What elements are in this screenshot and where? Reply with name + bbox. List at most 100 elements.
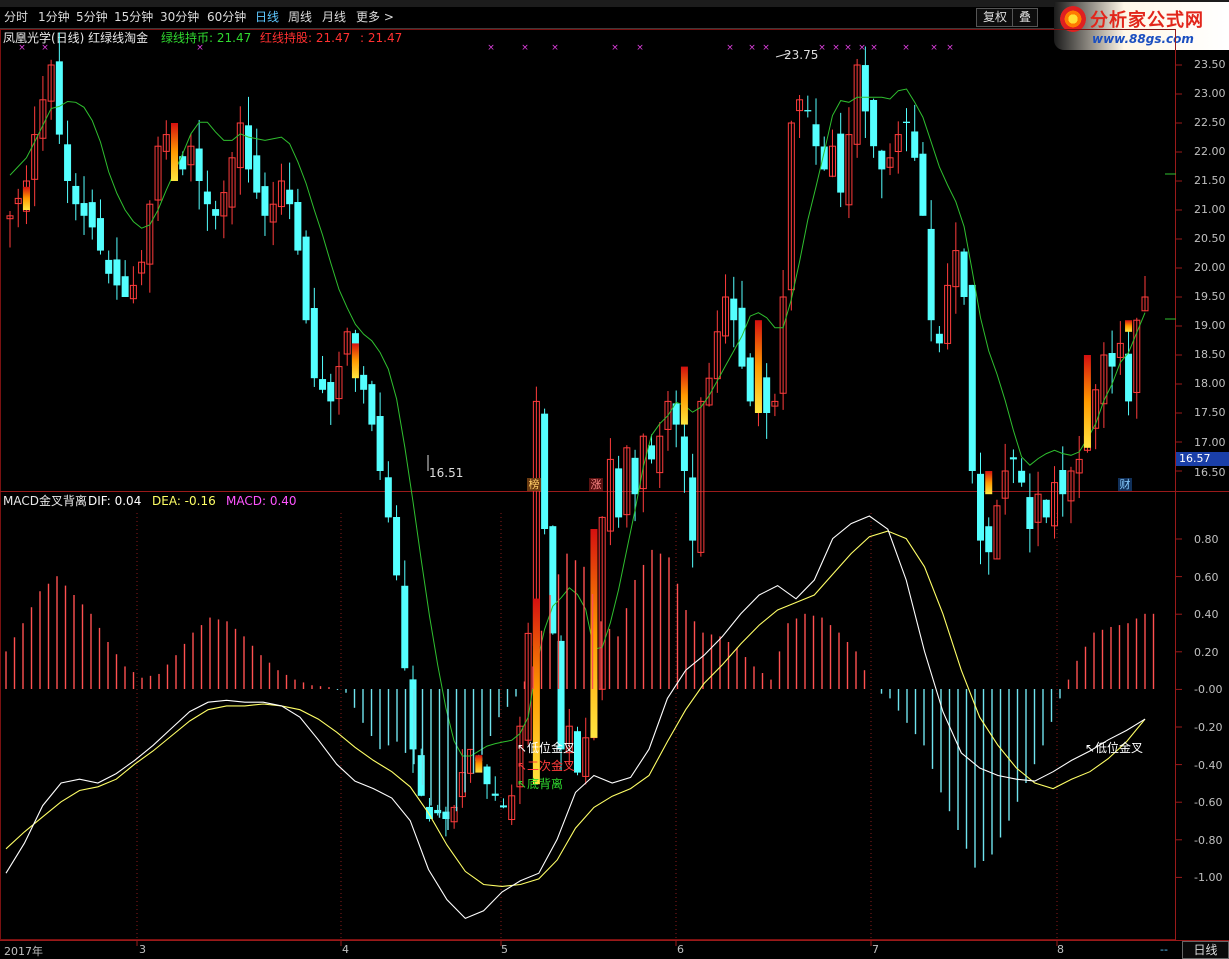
low-price-label: 16.51 xyxy=(429,466,464,480)
signal-bar xyxy=(475,755,483,773)
signal-marker: × xyxy=(832,43,840,53)
macd-tick: -0.60 xyxy=(1194,796,1223,809)
candle-body xyxy=(64,144,72,181)
candle-body xyxy=(327,382,335,402)
signal-bar xyxy=(351,343,359,379)
macd-tick: -0.00 xyxy=(1194,683,1223,696)
candle-body xyxy=(88,202,96,228)
bottom-divergence-label: ↖底背离 xyxy=(517,777,564,791)
macd-tick: 0.60 xyxy=(1194,571,1219,584)
candle-body xyxy=(245,125,253,170)
signal-marker: × xyxy=(487,43,495,53)
macd-tick: 0.80 xyxy=(1194,533,1219,546)
candle-body xyxy=(812,124,820,147)
macd-tick: -1.00 xyxy=(1194,871,1223,884)
candle-body xyxy=(491,793,499,796)
candle-body xyxy=(977,473,985,541)
signal-marker: × xyxy=(858,43,866,53)
signal-marker: × xyxy=(870,43,878,53)
signal-marker: × xyxy=(521,43,529,53)
candle-body xyxy=(804,110,812,112)
candle-body xyxy=(1108,353,1116,367)
macd-tick: -0.40 xyxy=(1194,759,1223,772)
candle-body xyxy=(902,121,910,123)
macd-tick: -0.80 xyxy=(1194,834,1223,847)
low-golden-cross-label-2: ↖低位金叉 xyxy=(1085,741,1144,755)
current-price-tag: 16.57 xyxy=(1176,452,1229,466)
candle-body xyxy=(212,209,220,216)
event-marker[interactable]: 榜 xyxy=(527,478,541,491)
price-tick: 20.50 xyxy=(1194,232,1226,245)
signal-marker: × xyxy=(946,43,954,53)
signal-bar xyxy=(170,123,178,181)
signal-bar xyxy=(1125,320,1133,332)
signal-bar xyxy=(985,471,993,495)
bottom-period-tab[interactable]: 日线 xyxy=(1182,941,1229,959)
signal-marker: × xyxy=(748,43,756,53)
candle-body xyxy=(861,65,869,112)
price-tick: 22.00 xyxy=(1194,145,1226,158)
candle-body xyxy=(286,189,294,205)
signal-marker: × xyxy=(636,43,644,53)
macd-tick: 0.40 xyxy=(1194,608,1219,621)
signal-marker: × xyxy=(726,43,734,53)
candle-body xyxy=(746,357,754,402)
candle-body xyxy=(499,805,507,808)
candle-body xyxy=(302,236,310,321)
candle-body xyxy=(1018,470,1026,483)
candle-body xyxy=(72,185,80,205)
signal-bar xyxy=(590,529,598,738)
candle-body xyxy=(985,526,993,553)
candle-body xyxy=(261,186,269,216)
candle-body xyxy=(1026,497,1034,529)
price-tick: 20.00 xyxy=(1194,261,1226,274)
price-tick: 18.50 xyxy=(1194,348,1226,361)
price-tick: 21.00 xyxy=(1194,203,1226,216)
signal-bar xyxy=(754,320,762,413)
candle-body xyxy=(376,416,384,471)
high-price-label: 23.75 xyxy=(784,48,819,62)
date-tick: 3 xyxy=(139,943,146,956)
price-tick: 23.00 xyxy=(1194,87,1226,100)
candle-body xyxy=(310,308,318,379)
candle-body xyxy=(417,755,425,796)
signal-marker: × xyxy=(930,43,938,53)
price-tick: 23.50 xyxy=(1194,58,1226,71)
price-tick: 17.50 xyxy=(1194,406,1226,419)
candle-body xyxy=(730,298,738,321)
candle-body xyxy=(121,276,129,297)
candle-body xyxy=(105,259,113,274)
event-marker[interactable]: 财 xyxy=(1118,478,1132,491)
candle-body xyxy=(1042,499,1050,518)
candle-body xyxy=(55,61,63,135)
candle-body xyxy=(680,436,688,471)
scroll-indicator: -- xyxy=(1160,943,1168,956)
signal-bar xyxy=(680,366,688,425)
signal-marker: × xyxy=(41,43,49,53)
signal-marker: × xyxy=(196,43,204,53)
candle-body xyxy=(195,148,203,181)
candle-body xyxy=(927,228,935,321)
candle-body xyxy=(763,377,771,413)
candle-body xyxy=(360,374,368,390)
chart-canvas[interactable]: × × × × × × × × × × × × × × × × × × × xyxy=(0,0,1229,958)
candle-body xyxy=(113,259,121,286)
candle-body xyxy=(1009,457,1017,460)
price-tick: 17.00 xyxy=(1194,436,1226,449)
date-tick: 6 xyxy=(677,943,684,956)
date-tick: 4 xyxy=(342,943,349,956)
candle-body xyxy=(384,477,392,518)
price-tick: 22.50 xyxy=(1194,116,1226,129)
signal-marker: × xyxy=(762,43,770,53)
signal-marker: × xyxy=(611,43,619,53)
price-tick: 19.50 xyxy=(1194,290,1226,303)
candle-body xyxy=(401,585,409,669)
second-golden-cross-label: ↖二次金叉 xyxy=(517,759,576,773)
price-tick: 21.50 xyxy=(1194,174,1226,187)
signal-marker: × xyxy=(551,43,559,53)
event-marker[interactable]: 涨 xyxy=(589,478,603,491)
low-golden-cross-label: ↖低位金叉 xyxy=(517,741,576,755)
price-tick: 16.50 xyxy=(1194,466,1226,479)
signal-marker: × xyxy=(18,43,26,53)
candle-body xyxy=(615,468,623,518)
